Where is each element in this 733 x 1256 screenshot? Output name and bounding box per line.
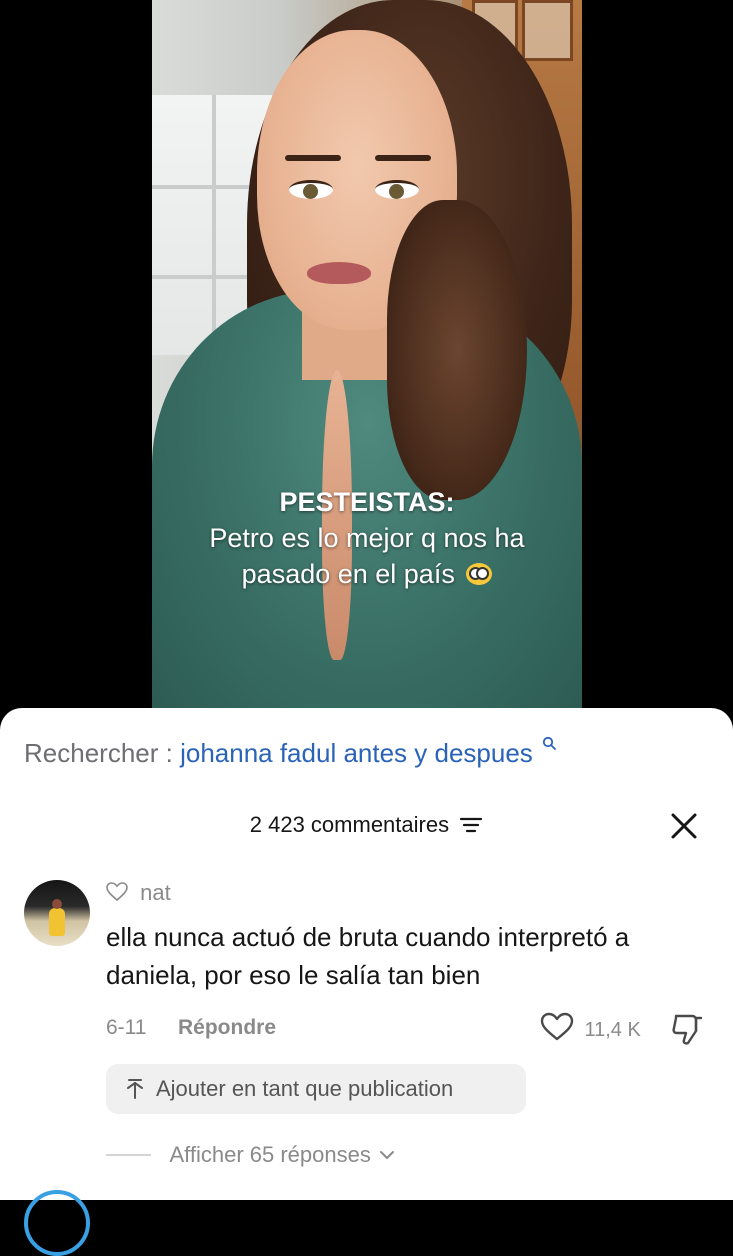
avatar[interactable] xyxy=(24,880,90,946)
creator-liked-heart-icon xyxy=(106,882,128,902)
comment-author[interactable]: nat xyxy=(106,880,171,906)
like-button[interactable]: 11,4 K xyxy=(540,1012,641,1046)
filter-icon[interactable] xyxy=(459,815,483,835)
avatar-figure xyxy=(49,899,65,936)
replies-divider xyxy=(106,1154,151,1156)
search-query-link[interactable]: johanna fadul antes y despues xyxy=(180,738,533,768)
reply-button[interactable]: Répondre xyxy=(178,1016,276,1040)
video-player[interactable]: PESTEISTAS: Petro es lo mejor q nos ha p… xyxy=(0,0,733,720)
chevron-down-icon xyxy=(380,1151,395,1159)
comments-sheet: Rechercher : johanna fadul antes y despu… xyxy=(0,708,733,1256)
sparkle-icon xyxy=(127,1079,143,1099)
caption-line-1: PESTEISTAS: xyxy=(279,487,455,517)
video-frame xyxy=(152,0,582,720)
like-count: 11,4 K xyxy=(584,1019,641,1041)
right-brow xyxy=(375,155,431,161)
add-as-publication-button[interactable]: Ajouter en tant que publication xyxy=(106,1064,526,1114)
left-eye xyxy=(289,180,333,199)
heart-icon xyxy=(540,1012,574,1041)
comments-count: 2 423 commentaires xyxy=(249,812,450,837)
close-icon[interactable] xyxy=(668,810,700,842)
left-brow xyxy=(285,155,341,161)
flushed-face-emoji-icon xyxy=(466,563,493,585)
comments-header[interactable]: 2 423 commentaires xyxy=(0,812,733,838)
comment-date: 6-11 xyxy=(106,1016,147,1039)
caption-line-2: Petro es lo mejor q nos ha xyxy=(209,523,525,553)
username: nat xyxy=(140,880,171,905)
search-suggestion[interactable]: Rechercher : johanna fadul antes y despu… xyxy=(24,736,556,769)
search-prefix: Rechercher : xyxy=(24,738,173,768)
dislike-icon[interactable] xyxy=(670,1012,704,1046)
comment-text: ella nunca actuó de bruta cuando interpr… xyxy=(106,922,630,990)
add-as-publication-label: Ajouter en tant que publication xyxy=(156,1076,454,1101)
video-caption: PESTEISTAS: Petro es lo mejor q nos ha p… xyxy=(152,484,582,592)
lips xyxy=(307,262,371,284)
search-icon xyxy=(542,736,556,750)
comment-meta: 6-11 Répondre 11,4 K xyxy=(106,1012,706,1048)
hair-curls xyxy=(387,200,527,500)
caption-line-3-wrap: pasado en el país xyxy=(152,556,582,592)
caption-line-3: pasado en el país xyxy=(241,559,455,589)
show-replies-button[interactable]: Afficher 65 réponses xyxy=(106,1142,395,1172)
show-replies-label: Afficher 65 réponses xyxy=(169,1142,371,1167)
right-eye xyxy=(375,180,419,199)
